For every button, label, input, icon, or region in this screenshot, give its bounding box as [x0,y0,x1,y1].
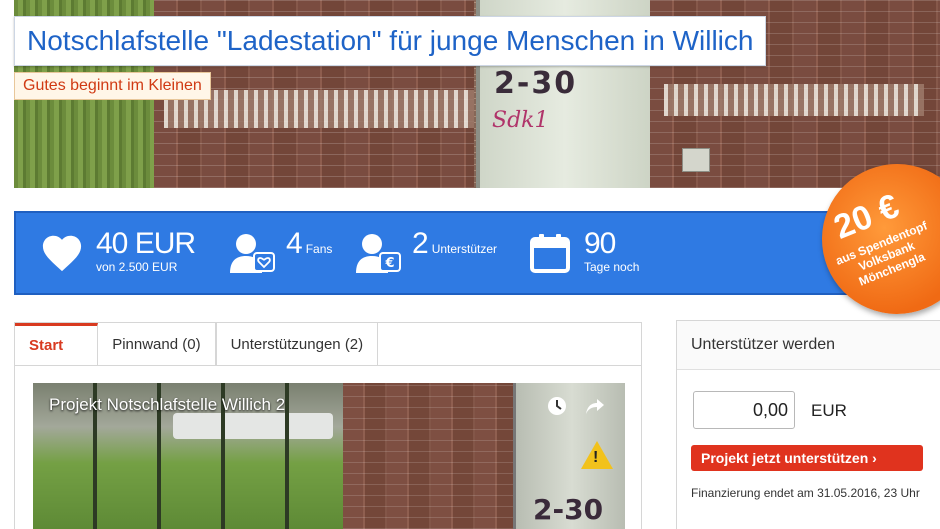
stat-amount: 40 EUR von 2.500 EUR [38,227,196,277]
stat-amount-value: 40 EUR [96,227,196,260]
project-content-panel: Start Pinnwand (0) Unterstützungen (2) !… [14,322,642,529]
currency-label: EUR [811,401,847,420]
support-sidebar: Unterstützer werden EUR Projekt jetzt un… [676,320,940,529]
project-stats-bar: 40 EUR von 2.500 EUR 4 Fans € 2 Unterstü… [14,211,940,295]
project-tabs: Start Pinnwand (0) Unterstützungen (2) [15,322,641,366]
tab-start[interactable]: Start [15,323,99,365]
stat-fans-sub: Fans [305,242,333,256]
stat-supporters-value: 2 [412,227,429,260]
support-project-button[interactable]: Projekt jetzt unterstützen › [691,445,923,471]
stat-fans: 4 Fans [228,229,332,277]
project-tagline-box: Gutes beginnt im Kleinen [14,72,211,100]
clock-icon[interactable] [545,395,569,419]
stat-fans-value: 4 [286,227,303,260]
video-title: Projekt Notschlafstelle Willich 2 [49,395,286,414]
supporter-euro-icon: € [354,229,402,277]
stat-supporters: € 2 Unterstützer [354,229,497,277]
svg-text:€: € [384,256,394,271]
stat-days-sub: Tage noch [584,260,640,274]
project-title-box: Notschlafstelle "Ladestation" für junge … [14,16,767,66]
project-title: Notschlafstelle "Ladestation" für junge … [27,25,754,56]
tab-unterstuetzungen[interactable]: Unterstützungen (2) [215,322,379,365]
funding-end-note: Finanzierung endet am 31.05.2016, 23 Uhr [691,486,920,500]
stat-amount-sub: von 2.500 EUR [96,260,178,274]
share-icon[interactable] [583,395,607,419]
heart-icon [38,229,86,277]
support-amount-input[interactable] [693,391,795,429]
tab-pinnwand[interactable]: Pinnwand (0) [98,323,216,365]
stat-supporters-sub: Unterstützer [431,242,498,256]
stat-days: 90 Tage noch [526,229,639,277]
project-video-player[interactable]: ! 2-30 Projekt Notschlafstelle Willich 2 [33,383,625,529]
stat-days-value: 90 [584,227,616,260]
calendar-icon [526,229,574,277]
project-tagline: Gutes beginnt im Kleinen [23,77,202,94]
support-heading: Unterstützer werden [677,321,940,370]
fan-user-icon [228,229,276,277]
